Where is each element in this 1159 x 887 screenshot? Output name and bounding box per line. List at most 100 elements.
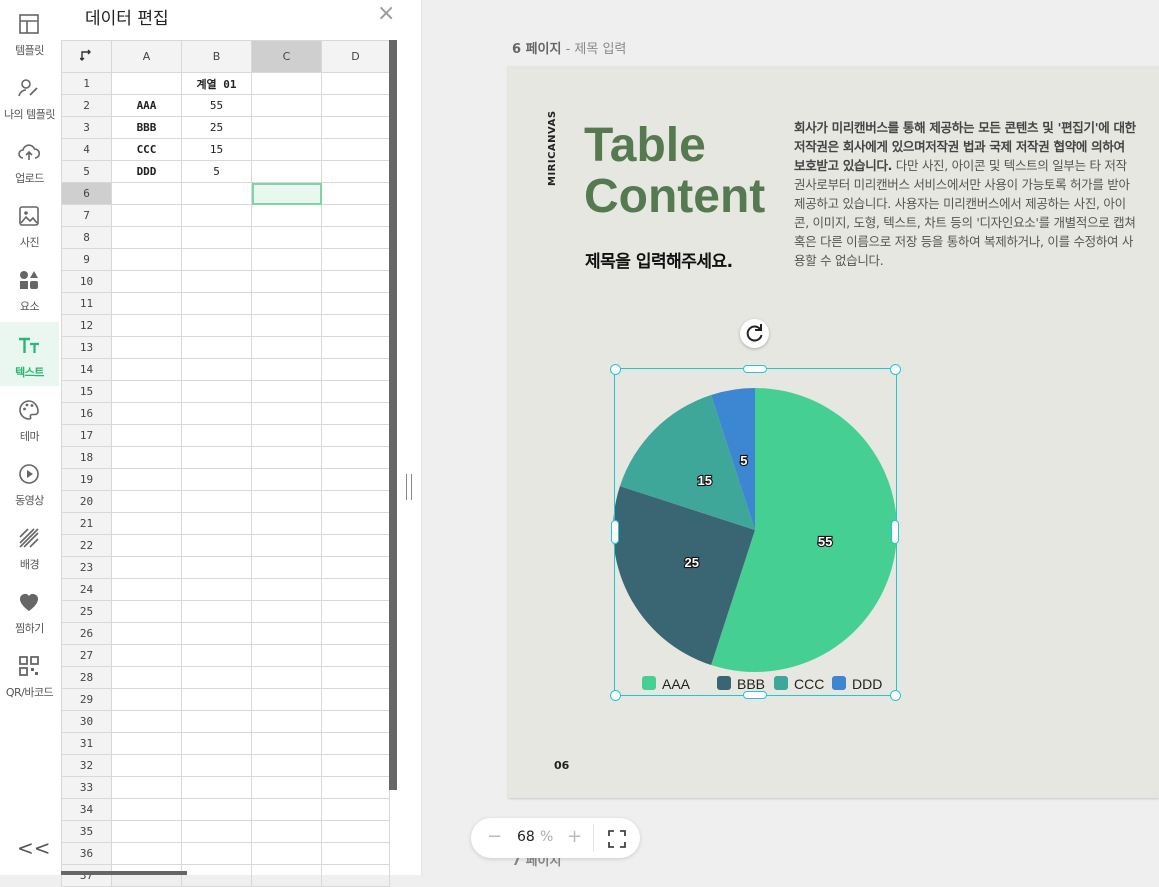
grid-cell[interactable] — [321, 160, 390, 183]
grid-cell[interactable] — [321, 666, 390, 689]
grid-cell[interactable] — [111, 72, 182, 95]
grid-cell[interactable] — [251, 402, 322, 425]
resize-handle-top[interactable] — [743, 365, 767, 373]
page-number[interactable]: 06 — [554, 759, 569, 772]
grid-cell[interactable] — [251, 688, 322, 711]
sidebar-item-video[interactable]: 동영상 — [0, 450, 59, 514]
grid-cell[interactable] — [181, 314, 252, 337]
body-text[interactable]: 회사가 미리캔버스를 통해 제공하는 모든 콘텐츠 및 '편집기'에 대한 저작… — [794, 118, 1136, 270]
grid-cell[interactable] — [181, 732, 252, 755]
grid-cell[interactable] — [251, 380, 322, 403]
grid-cell[interactable] — [321, 248, 390, 271]
vertical-scrollbar[interactable] — [389, 40, 397, 790]
grid-cell[interactable] — [111, 820, 182, 843]
grid-cell[interactable] — [181, 578, 252, 601]
row-header[interactable]: 12 — [61, 314, 112, 337]
grid-cell[interactable] — [181, 754, 252, 777]
grid-cell[interactable] — [181, 226, 252, 249]
grid-cell[interactable]: 15 — [181, 138, 252, 161]
row-header[interactable]: 19 — [61, 468, 112, 491]
grid-cell[interactable] — [111, 534, 182, 557]
close-icon[interactable]: × — [377, 2, 395, 26]
row-header[interactable]: 33 — [61, 776, 112, 799]
grid-cell[interactable] — [321, 226, 390, 249]
grid-cell[interactable] — [181, 820, 252, 843]
grid-cell[interactable] — [181, 688, 252, 711]
grid-cell[interactable] — [181, 468, 252, 491]
row-header[interactable]: 31 — [61, 732, 112, 755]
row-header[interactable]: 8 — [61, 226, 112, 249]
grid-cell[interactable] — [111, 754, 182, 777]
transpose-icon[interactable] — [61, 40, 112, 73]
grid-cell[interactable] — [181, 710, 252, 733]
row-header[interactable]: 17 — [61, 424, 112, 447]
grid-cell[interactable] — [181, 600, 252, 623]
row-header[interactable]: 13 — [61, 336, 112, 359]
grid-cell[interactable] — [251, 534, 322, 557]
grid-cell[interactable] — [111, 710, 182, 733]
grid-cell[interactable] — [181, 798, 252, 821]
grid-cell[interactable] — [251, 490, 322, 513]
grid-cell[interactable] — [251, 248, 322, 271]
row-header[interactable]: 24 — [61, 578, 112, 601]
grid-cell[interactable] — [181, 864, 252, 887]
zoom-in-button[interactable]: + — [567, 826, 582, 847]
column-header[interactable]: D — [321, 40, 390, 73]
grid-cell[interactable] — [321, 688, 390, 711]
row-header[interactable]: 5 — [61, 160, 112, 183]
grid-cell[interactable] — [321, 622, 390, 645]
panel-resize-handle[interactable] — [404, 474, 414, 500]
grid-cell[interactable] — [251, 204, 322, 227]
grid-cell[interactable] — [251, 512, 322, 535]
grid-cell[interactable] — [111, 336, 182, 359]
resize-handle-left[interactable] — [611, 520, 619, 544]
row-header[interactable]: 4 — [61, 138, 112, 161]
grid-cell[interactable] — [251, 556, 322, 579]
row-header[interactable]: 25 — [61, 600, 112, 623]
grid-cell[interactable] — [181, 292, 252, 315]
grid-cell[interactable] — [321, 776, 390, 799]
grid-cell[interactable]: CCC — [111, 138, 182, 161]
grid-cell[interactable] — [321, 424, 390, 447]
row-header[interactable]: 36 — [61, 842, 112, 865]
grid-cell[interactable] — [111, 666, 182, 689]
row-header[interactable]: 6 — [61, 182, 112, 205]
sidebar-item-upload[interactable]: 업로드 — [0, 128, 59, 192]
grid-cell[interactable] — [251, 864, 322, 887]
grid-cell[interactable] — [181, 402, 252, 425]
resize-handle-bottom-right[interactable] — [890, 690, 901, 701]
grid-cell[interactable] — [251, 446, 322, 469]
grid-cell[interactable] — [321, 644, 390, 667]
row-header[interactable]: 2 — [61, 94, 112, 117]
grid-cell[interactable] — [111, 644, 182, 667]
row-header[interactable]: 32 — [61, 754, 112, 777]
grid-cell[interactable] — [181, 336, 252, 359]
row-header[interactable]: 14 — [61, 358, 112, 381]
sidebar-item-my-template[interactable]: 나의 템플릿 — [0, 64, 59, 128]
spreadsheet-grid[interactable]: ABCD 1 계열 01 2 AAA 55 3 BBB 25 4 CCC 15 5 DDD 5 6 7 8 9 10… — [61, 40, 390, 887]
grid-cell[interactable]: AAA — [111, 94, 182, 117]
grid-cell[interactable] — [111, 842, 182, 865]
grid-cell[interactable] — [251, 644, 322, 667]
grid-cell[interactable] — [251, 754, 322, 777]
row-header[interactable]: 37 — [61, 864, 112, 887]
grid-cell[interactable] — [251, 776, 322, 799]
sidebar-item-favorites[interactable]: 찜하기 — [0, 578, 59, 642]
grid-cell[interactable] — [181, 182, 252, 205]
grid-cell[interactable] — [251, 732, 322, 755]
sidebar-item-template[interactable]: 템플릿 — [0, 0, 59, 64]
grid-cell[interactable] — [251, 578, 322, 601]
grid-cell[interactable] — [181, 644, 252, 667]
grid-cell[interactable] — [251, 292, 322, 315]
grid-cell[interactable] — [111, 578, 182, 601]
grid-cell[interactable] — [321, 314, 390, 337]
zoom-out-button[interactable]: − — [487, 826, 502, 847]
grid-cell[interactable] — [321, 512, 390, 535]
grid-cell[interactable] — [321, 292, 390, 315]
grid-cell[interactable] — [321, 182, 390, 205]
row-header[interactable]: 27 — [61, 644, 112, 667]
row-header[interactable]: 35 — [61, 820, 112, 843]
grid-cell[interactable] — [111, 204, 182, 227]
grid-cell[interactable] — [111, 226, 182, 249]
grid-cell[interactable] — [321, 446, 390, 469]
